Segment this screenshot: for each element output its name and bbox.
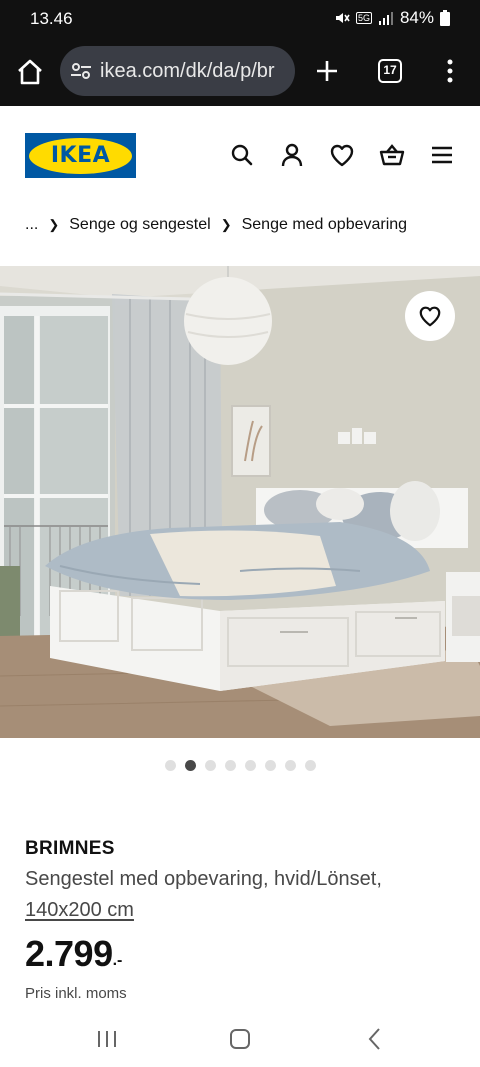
favourites-icon[interactable] <box>329 142 355 168</box>
status-time: 13.46 <box>30 9 73 28</box>
signal-icon <box>378 12 393 25</box>
breadcrumb-link-beds[interactable]: Senge og sengestel <box>69 216 210 234</box>
home-icon[interactable] <box>16 58 44 86</box>
breadcrumb: ... ❯ Senge og sengestel ❯ Senge med opb… <box>25 212 407 238</box>
product-description: Sengestel med opbevaring, hvid/Lönset, <box>25 868 382 890</box>
network-type: 5G <box>355 12 372 24</box>
product-name: BRIMNES <box>25 838 115 859</box>
carousel-dot[interactable] <box>284 760 296 771</box>
carousel-dot[interactable] <box>304 760 316 771</box>
chevron-right-icon: ❯ <box>48 217 60 232</box>
menu-icon[interactable] <box>429 142 455 168</box>
bedroom-photo <box>0 266 480 738</box>
back-icon[interactable] <box>362 1026 388 1052</box>
product-price: 2.799 .- <box>25 932 122 976</box>
carousel-dot[interactable] <box>244 760 256 771</box>
battery-percent: 84% <box>399 8 434 27</box>
search-icon[interactable] <box>229 142 255 168</box>
mute-icon <box>335 13 350 23</box>
carousel-dot[interactable] <box>204 760 216 771</box>
status-bar: 13.46 5G 84% <box>0 0 480 36</box>
account-icon[interactable] <box>279 142 305 168</box>
add-to-favourites-button[interactable] <box>405 291 455 341</box>
basket-icon[interactable] <box>379 142 405 168</box>
carousel-dot[interactable] <box>164 760 176 771</box>
system-navigation-bar <box>0 1010 480 1067</box>
product-image[interactable] <box>0 266 480 738</box>
site-settings-icon[interactable] <box>68 58 94 84</box>
carousel-dot[interactable] <box>264 760 276 771</box>
product-size-link[interactable]: 140x200 cm <box>25 899 134 922</box>
logo-text: IKEA <box>50 143 111 168</box>
chevron-right-icon: ❯ <box>220 217 232 232</box>
home-button-icon[interactable] <box>227 1026 253 1052</box>
breadcrumb-link-storage-beds[interactable]: Senge med opbevaring <box>242 216 407 234</box>
recent-apps-icon[interactable] <box>94 1026 120 1052</box>
battery-icon <box>440 10 450 26</box>
price-suffix: .- <box>112 952 123 969</box>
breadcrumb-ellipsis[interactable]: ... <box>25 216 38 234</box>
carousel-indicator <box>0 760 480 771</box>
heart-icon <box>419 306 441 327</box>
carousel-dot[interactable] <box>224 760 236 771</box>
carousel-dot[interactable] <box>184 760 196 771</box>
new-tab-icon[interactable] <box>314 58 340 84</box>
status-icons: 5G 84% <box>334 8 450 28</box>
url-text: ikea.com/dk/da/p/br <box>100 59 275 82</box>
ikea-logo[interactable]: IKEA <box>25 133 136 178</box>
site-header: IKEA <box>0 106 480 198</box>
browser-toolbar: ikea.com/dk/da/p/br 17 <box>0 36 480 106</box>
overflow-menu-icon[interactable] <box>444 58 456 84</box>
address-bar[interactable]: ikea.com/dk/da/p/br <box>60 46 295 96</box>
vat-note: Pris inkl. moms <box>25 985 127 1002</box>
price-value: 2.799 <box>25 933 113 974</box>
tab-switcher-button[interactable]: 17 <box>378 59 402 83</box>
